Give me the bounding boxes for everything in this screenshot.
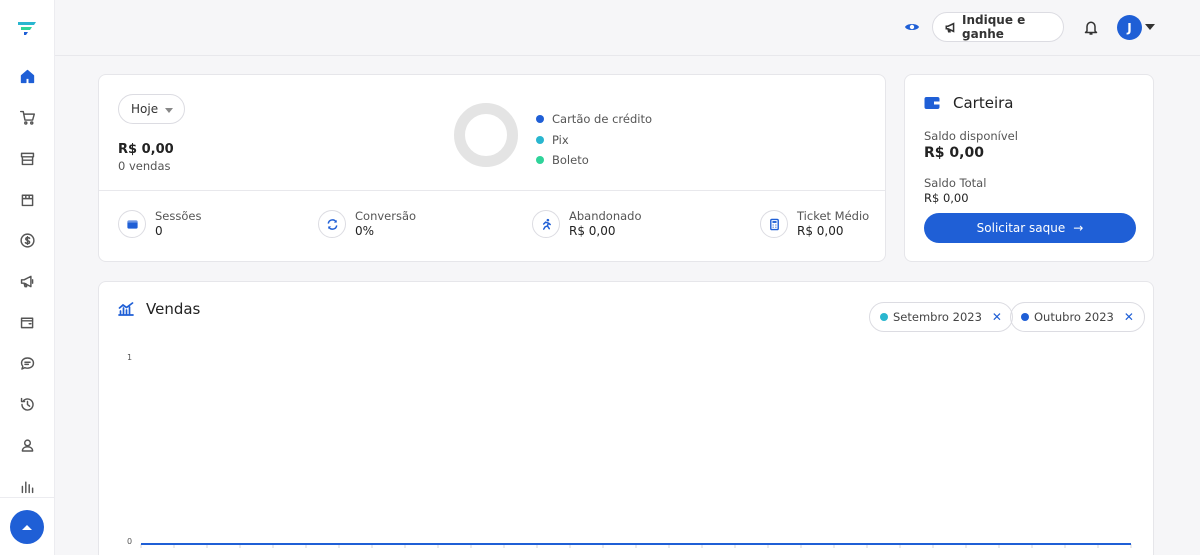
calculator-icon xyxy=(760,210,788,238)
wallet-icon xyxy=(924,97,940,109)
legend-label: Cartão de crédito xyxy=(552,112,652,127)
legend-item-credit-card: Cartão de crédito xyxy=(536,109,652,130)
legend-label: Boleto xyxy=(552,153,589,168)
box-icon[interactable] xyxy=(15,187,39,211)
total-balance-label: Saldo Total xyxy=(924,176,987,190)
stat-value: R$ 0,00 xyxy=(797,224,844,238)
stat-conversion: Conversão 0% xyxy=(318,209,416,239)
logo-icon xyxy=(18,22,36,35)
stat-value: 0% xyxy=(355,224,375,238)
top-bar: Indique e ganhe J xyxy=(55,0,1200,56)
stat-abandoned: Abandonado R$ 0,00 xyxy=(532,209,642,239)
chevron-down-icon[interactable] xyxy=(1145,24,1155,30)
sidebar-divider xyxy=(0,497,55,498)
stat-label: Abandonado xyxy=(569,209,642,223)
divider xyxy=(99,190,885,191)
legend-dot xyxy=(536,156,544,165)
stat-value: R$ 0,00 xyxy=(569,224,616,238)
wallet-title: Carteira xyxy=(924,94,1013,112)
bar-chart-icon[interactable] xyxy=(15,474,39,498)
running-person-icon xyxy=(532,210,560,238)
refresh-icon xyxy=(318,210,346,238)
store-icon[interactable] xyxy=(15,146,39,170)
stat-label: Sessões xyxy=(155,209,202,223)
payment-legend: Cartão de crédito Pix Boleto xyxy=(536,109,652,171)
available-balance-value: R$ 0,00 xyxy=(924,145,984,161)
legend-label: Pix xyxy=(552,132,569,147)
wallet-title-label: Carteira xyxy=(953,94,1014,112)
total-sales-count: 0 vendas xyxy=(118,159,171,173)
window-icon xyxy=(118,210,146,238)
period-select[interactable]: Hoje xyxy=(118,94,185,124)
wallet-card: Carteira Saldo disponível R$ 0,00 Saldo … xyxy=(904,74,1154,262)
stat-ticket: Ticket Médio R$ 0,00 xyxy=(760,209,869,239)
legend-dot xyxy=(536,135,544,144)
referral-label: Indique e ganhe xyxy=(962,13,1026,41)
megaphone-icon[interactable] xyxy=(15,269,39,293)
period-value: Hoje xyxy=(131,102,159,116)
arrow-right-icon: → xyxy=(1073,221,1084,235)
withdraw-button[interactable]: Solicitar saque → xyxy=(924,213,1136,243)
users-icon[interactable] xyxy=(15,433,39,457)
withdraw-label: Solicitar saque xyxy=(976,221,1066,235)
legend-item-boleto: Boleto xyxy=(536,150,652,171)
stat-label: Conversão xyxy=(355,209,417,223)
total-balance-value: R$ 0,00 xyxy=(924,191,969,205)
bell-icon[interactable] xyxy=(1083,19,1099,36)
available-balance-label: Saldo disponível xyxy=(924,129,1018,143)
chat-icon[interactable] xyxy=(15,351,39,375)
cart-icon[interactable] xyxy=(15,105,39,129)
legend-dot xyxy=(536,115,544,124)
sales-line-chart xyxy=(140,543,1132,548)
megaphone-icon xyxy=(945,21,955,33)
avatar[interactable]: J xyxy=(1117,15,1142,40)
summary-card: Hoje R$ 0,00 0 vendas Cartão de crédito … xyxy=(98,74,886,262)
sidebar xyxy=(0,0,55,555)
stat-value: 0 xyxy=(155,224,163,238)
scroll-up-button[interactable] xyxy=(10,510,44,544)
stat-sessions: Sessões 0 xyxy=(118,209,201,239)
legend-item-pix: Pix xyxy=(536,130,652,151)
eye-icon[interactable] xyxy=(904,19,920,35)
dollar-icon[interactable] xyxy=(15,228,39,252)
history-icon[interactable] xyxy=(15,392,39,416)
stat-label: Ticket Médio xyxy=(797,209,870,223)
payment-donut-chart xyxy=(454,103,518,167)
home-icon[interactable] xyxy=(15,64,39,88)
sales-chart-card: Vendas Setembro 2023 ✕ Outubro 2023 ✕ 1 … xyxy=(98,281,1154,555)
wallet-icon[interactable] xyxy=(15,310,39,334)
total-sales-value: R$ 0,00 xyxy=(118,142,174,157)
referral-button[interactable]: Indique e ganhe xyxy=(932,12,1064,42)
